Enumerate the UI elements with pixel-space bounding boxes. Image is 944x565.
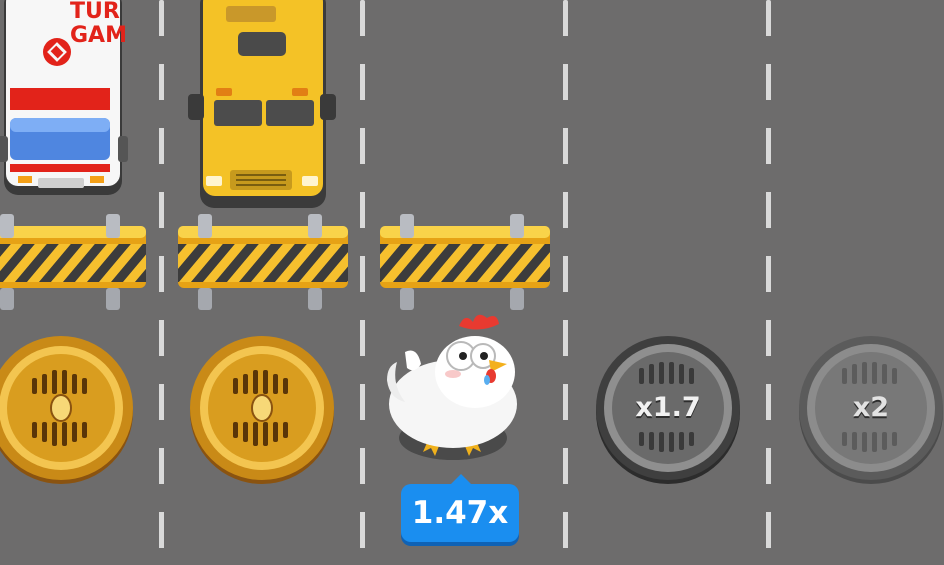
lane-divider	[766, 0, 771, 565]
gold-coin	[187, 334, 337, 484]
multiplier-manhole-next[interactable]: x1.7	[593, 334, 743, 484]
multiplier-manhole[interactable]: x2	[796, 334, 944, 484]
current-multiplier-badge: 1.47x	[401, 474, 519, 542]
ambulance-sign: TUR GAM	[70, 0, 127, 48]
barrier	[378, 214, 552, 310]
lane-divider	[159, 0, 164, 565]
multiplier-label: x1.7	[635, 392, 701, 423]
school-bus	[186, 0, 338, 212]
barrier	[176, 214, 350, 310]
multiplier-label: x2	[852, 392, 890, 423]
gold-coin	[0, 334, 136, 484]
barrier	[0, 214, 148, 310]
lane-divider	[563, 0, 568, 565]
lane-divider	[360, 0, 365, 565]
current-multiplier-text: 1.47x	[411, 495, 509, 531]
chicken-player	[383, 310, 525, 470]
